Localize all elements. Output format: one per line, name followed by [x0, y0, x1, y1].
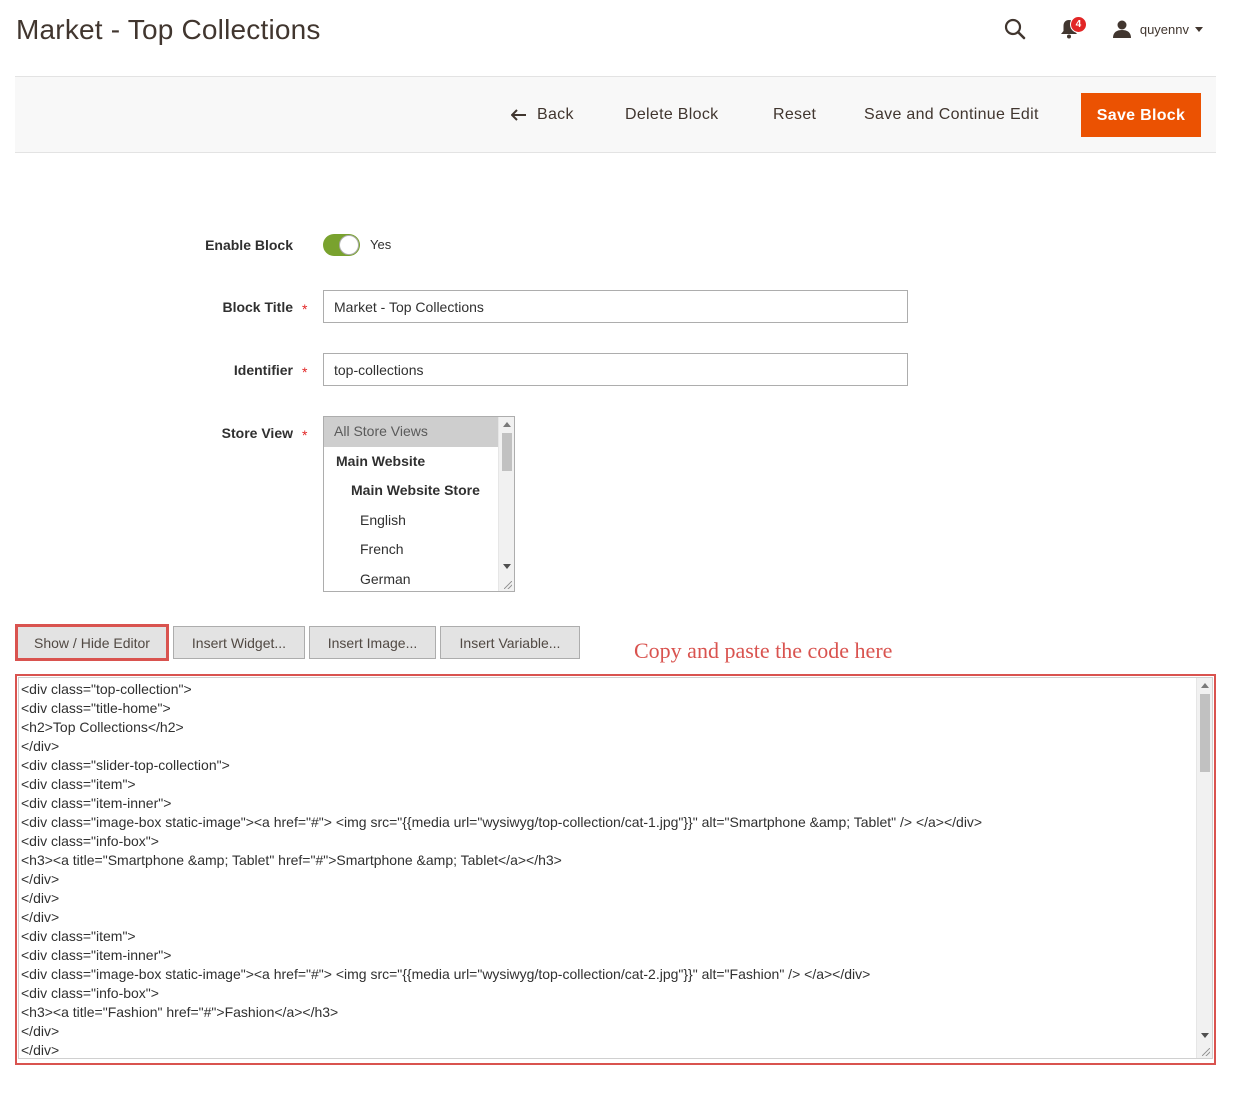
code-line: <div class="item-inner"> [21, 795, 172, 811]
code-line: <div class="item"> [21, 928, 136, 944]
code-line: <div class="info-box"> [21, 985, 159, 1001]
code-content: <div class="top-collection"> <div class="… [21, 680, 1194, 1058]
header-actions: 4 quyennv [1000, 14, 1203, 44]
show-hide-editor-button[interactable]: Show / Hide Editor [15, 624, 169, 661]
store-view-scrollbar[interactable] [498, 417, 514, 591]
notifications-button[interactable]: 4 [1054, 14, 1087, 44]
code-line: </div> [21, 1042, 60, 1058]
code-line: <h3><a title="Fashion" href="#">Fashion<… [21, 1004, 339, 1020]
scroll-up-icon[interactable] [503, 422, 511, 427]
scrollbar-thumb[interactable] [502, 433, 512, 471]
insert-widget-button[interactable]: Insert Widget... [173, 626, 305, 659]
block-title-input[interactable] [323, 290, 908, 323]
page-title: Market - Top Collections [16, 14, 321, 45]
toggle-knob [339, 235, 359, 255]
enable-block-toggle[interactable] [323, 234, 360, 256]
scrollbar-thumb[interactable] [1200, 694, 1210, 772]
back-button[interactable]: Back [499, 93, 586, 137]
scroll-down-icon[interactable] [503, 564, 511, 569]
user-menu[interactable]: quyennv [1112, 19, 1203, 39]
store-view-option[interactable]: Main Website Store [324, 476, 514, 506]
store-view-option[interactable]: Main Website [324, 447, 514, 477]
scroll-up-icon[interactable] [1201, 683, 1209, 688]
store-view-label: Store View [221, 425, 293, 441]
code-line: </div> [21, 1023, 60, 1039]
code-line: <h2>Top Collections</h2> [21, 719, 184, 735]
required-marker: * [302, 364, 308, 380]
chevron-down-icon [1195, 26, 1203, 32]
resize-grip-icon[interactable] [504, 581, 512, 589]
code-line: <div class="image-box static-image"><a h… [21, 814, 983, 830]
code-line: <div class="item"> [21, 776, 136, 792]
annotation-note: Copy and paste the code here [634, 638, 893, 663]
store-view-option[interactable]: English [324, 506, 514, 536]
identifier-label: Identifier [233, 362, 293, 378]
save-and-continue-button[interactable]: Save and Continue Edit [852, 93, 1051, 137]
enable-block-value: Yes [370, 237, 392, 252]
enable-block-label: Enable Block [205, 237, 293, 253]
reset-button[interactable]: Reset [761, 93, 828, 137]
identifier-input[interactable] [323, 353, 908, 386]
insert-variable-button[interactable]: Insert Variable... [440, 626, 580, 659]
required-marker: * [302, 427, 308, 443]
notification-count-badge: 4 [1069, 16, 1087, 33]
save-block-button[interactable]: Save Block [1081, 93, 1201, 137]
arrow-left-icon [511, 109, 526, 121]
annotation-highlight-box: <div class="top-collection"> <div class="… [15, 674, 1216, 1065]
code-line: <div class="item-inner"> [21, 947, 172, 963]
store-view-multiselect[interactable]: All Store Views Main Website Main Website … [323, 416, 515, 592]
resize-grip-icon[interactable] [1202, 1048, 1210, 1056]
store-view-option[interactable]: French [324, 535, 514, 565]
code-line: <div class="image-box static-image"><a h… [21, 966, 871, 982]
code-line: </div> [21, 890, 60, 906]
code-line: <div class="slider-top-collection"> [21, 757, 230, 773]
block-title-label: Block Title [222, 299, 293, 315]
user-icon [1112, 20, 1131, 38]
store-view-option[interactable]: All Store Views [324, 417, 514, 447]
code-line: </div> [21, 871, 60, 887]
back-button-label: Back [537, 106, 574, 123]
content-textarea[interactable]: <div class="top-collection"> <div class="… [18, 677, 1213, 1059]
content-scrollbar[interactable] [1196, 678, 1212, 1058]
code-line: </div> [21, 738, 60, 754]
code-line: <div class="info-box"> [21, 833, 159, 849]
required-marker: * [302, 301, 308, 317]
insert-image-button[interactable]: Insert Image... [309, 626, 436, 659]
page-actions-bar: Back Delete Block Reset Save and Continu… [15, 76, 1216, 153]
code-line: <div class="title-home"> [21, 700, 171, 716]
code-line: <div class="top-collection"> [21, 681, 192, 697]
scroll-down-icon[interactable] [1201, 1033, 1209, 1038]
search-icon [1004, 18, 1026, 40]
user-name: quyennv [1139, 21, 1189, 37]
store-view-options: All Store Views Main Website Main Website … [324, 417, 514, 592]
store-view-option[interactable]: German [324, 565, 514, 592]
delete-block-button[interactable]: Delete Block [613, 93, 730, 137]
code-line: <h3><a title="Smartphone &amp; Tablet" h… [21, 852, 562, 868]
search-button[interactable] [1000, 14, 1030, 44]
code-line: </div> [21, 909, 60, 925]
